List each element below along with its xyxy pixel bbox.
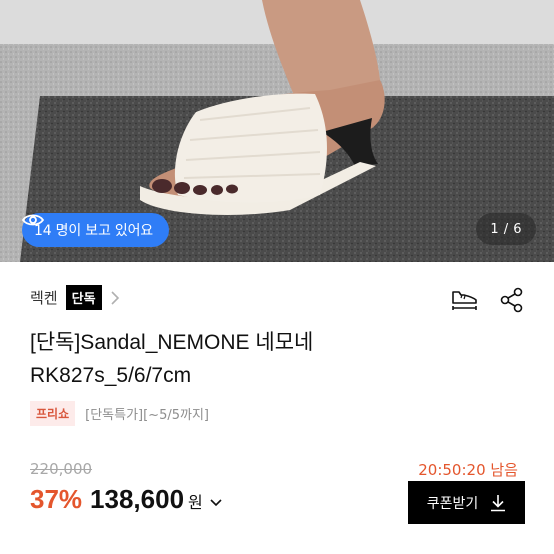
product-title-line1: [단독]Sandal_NEMONE 네모네 — [30, 331, 314, 354]
coupon-button-label: 쿠폰받기 — [426, 494, 479, 511]
product-title-line2: RK827s_5/6/7cm — [30, 364, 192, 387]
image-page-counter: 1 / 6 — [476, 213, 536, 245]
sale-price: 138,600 — [90, 484, 185, 514]
price-dropdown[interactable]: 37% 138,600 원 — [30, 484, 223, 515]
tag-row: 프리쇼 [단독특가][~5/5까지] — [30, 401, 209, 426]
brand-name: 렉켄 — [30, 289, 58, 307]
exclusive-tag: 단독 — [65, 285, 102, 310]
chevron-down-icon — [210, 499, 222, 507]
coupon-download-button[interactable]: 쿠폰받기 — [408, 481, 525, 524]
viewers-text: 14 명이 보고 있어요 — [34, 223, 153, 239]
product-image[interactable]: 14 명이 보고 있어요 1 / 6 — [0, 0, 554, 262]
shoe-size-icon[interactable] — [450, 287, 480, 313]
preshow-tag: 프리쇼 — [30, 401, 76, 426]
download-icon — [491, 494, 506, 511]
eye-icon — [22, 214, 44, 226]
discount-rate: 37% — [30, 484, 83, 514]
product-actions — [450, 287, 524, 313]
promo-note: [단독특가][~5/5까지] — [85, 408, 209, 423]
original-price: 220,000 — [30, 460, 93, 478]
brand-link[interactable]: 렉켄 단독 — [30, 285, 120, 310]
currency-unit: 원 — [188, 493, 203, 512]
sale-countdown: 20:50:20 남음 — [418, 461, 518, 479]
viewers-badge: 14 명이 보고 있어요 — [22, 213, 169, 247]
share-icon[interactable] — [500, 287, 524, 313]
product-title: [단독]Sandal_NEMONE 네모네 RK827s_5/6/7cm — [30, 326, 450, 392]
chevron-right-icon — [110, 290, 119, 305]
